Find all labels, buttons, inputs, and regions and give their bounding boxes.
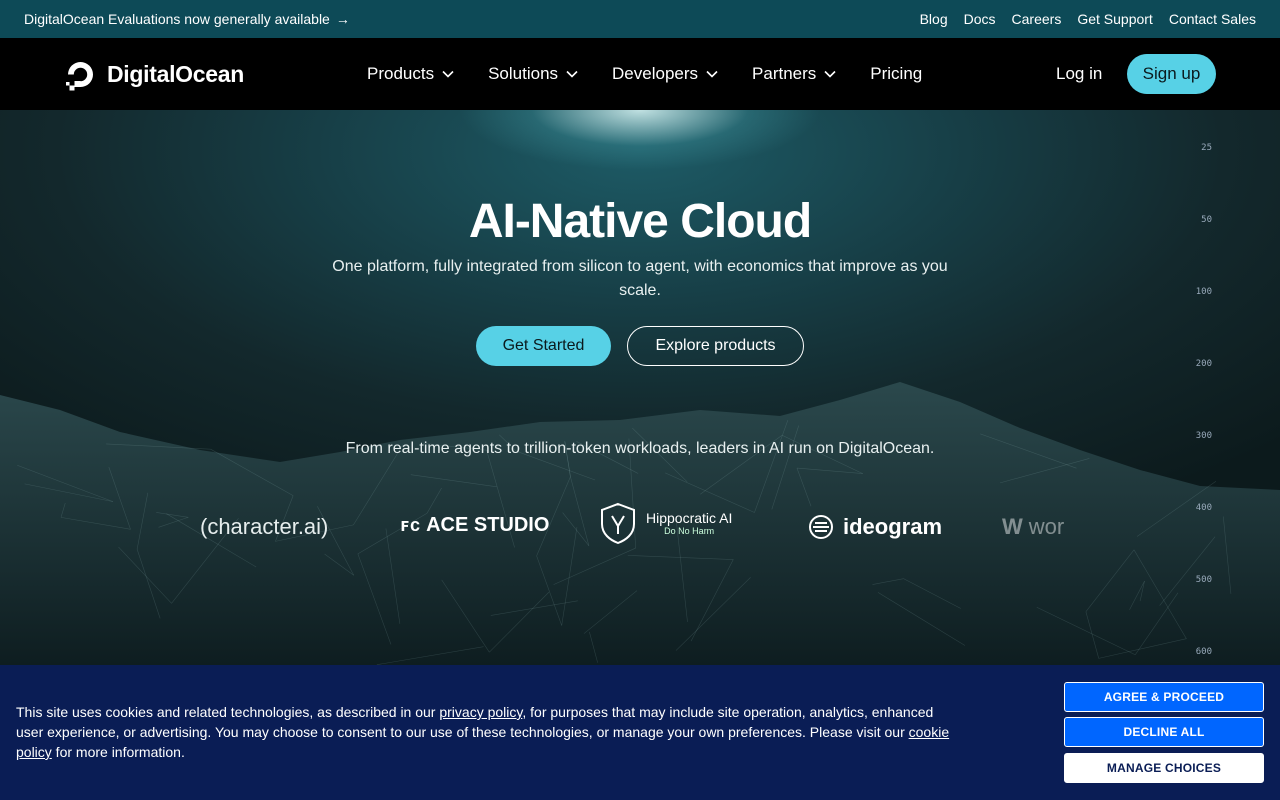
nav-item-developers[interactable]: Developers [612, 64, 718, 84]
announcement-bar: DigitalOcean Evaluations now generally a… [0, 0, 1280, 38]
scale-label: 200 [1195, 359, 1212, 369]
scale-label: 50 [1201, 215, 1212, 225]
announcement-link[interactable]: DigitalOcean Evaluations now generally a… [24, 11, 350, 27]
brand-label: wor [1028, 514, 1065, 539]
utility-link-docs[interactable]: Docs [964, 11, 996, 27]
cookie-text-part: for more information. [51, 744, 185, 760]
nav-item-solutions[interactable]: Solutions [488, 64, 578, 84]
nav-item-products[interactable]: Products [367, 64, 454, 84]
hero-title: AI-Native Cloud [468, 195, 812, 248]
w-icon: W [1002, 514, 1023, 539]
logo-link[interactable]: DigitalOcean [64, 58, 244, 91]
utility-link-get-support[interactable]: Get Support [1077, 11, 1153, 27]
cookie-text-part: This site uses cookies and related techn… [16, 704, 440, 720]
chevron-down-icon [706, 70, 718, 78]
agree-proceed-button[interactable]: AGREE & PROCEED [1064, 682, 1264, 712]
utility-link-careers[interactable]: Careers [1012, 11, 1062, 27]
hippocratic-ai-logo: Hippocratic AI Do No Harm [600, 502, 732, 544]
hero-section: AI-Native Cloud One platform, fully inte… [0, 110, 1280, 665]
brand-sublabel: Do No Harm [664, 526, 715, 536]
character-ai-logo: (character.ai) [200, 514, 328, 540]
scale-label: 600 [1195, 647, 1212, 657]
main-navigation: DigitalOcean Products Solutions Develope… [0, 38, 1280, 110]
scale-label: 500 [1195, 575, 1212, 585]
signup-button[interactable]: Sign up [1127, 54, 1216, 94]
brand-label: (character.ai) [200, 514, 329, 539]
arrow-right-icon: → [335, 11, 350, 27]
announcement-text: DigitalOcean Evaluations now generally a… [24, 11, 330, 27]
chevron-down-icon [442, 70, 454, 78]
get-started-button[interactable]: Get Started [476, 326, 611, 366]
hero-tagline: From real-time agents to trillion-token … [345, 440, 935, 457]
nav-item-label: Developers [612, 64, 699, 83]
scale-label: 100 [1195, 287, 1212, 297]
ideogram-logo: ideogram [807, 513, 942, 541]
brand-label: ACE STUDIO [426, 514, 550, 536]
brand-label: Hippocratic AI [646, 510, 733, 526]
utility-links: Blog Docs Careers Get Support Contact Sa… [920, 11, 1256, 27]
nav-item-partners[interactable]: Partners [752, 64, 836, 84]
brand-label: ideogram [843, 514, 943, 539]
cookie-notice-text: This site uses cookies and related techn… [16, 702, 956, 762]
utility-link-blog[interactable]: Blog [920, 11, 948, 27]
manage-choices-button[interactable]: MANAGE CHOICES [1064, 753, 1264, 783]
scale-label: 400 [1195, 503, 1212, 513]
scale-label: 300 [1195, 431, 1212, 441]
decline-all-button[interactable]: DECLINE ALL [1064, 717, 1264, 747]
digitalocean-logo-icon [66, 62, 93, 91]
ace-studio-logo: ꜰc ACE STUDIO [400, 514, 549, 537]
brand-name: DigitalOcean [107, 61, 244, 87]
nav-item-label: Products [367, 64, 435, 83]
hero-subtitle: One platform, fully integrated from sili… [332, 258, 948, 299]
nav-menu: Products Solutions Developers Partners P… [367, 38, 922, 110]
nav-item-label: Pricing [870, 64, 923, 83]
customer-logos: (character.ai) ꜰc ACE STUDIO Hippocratic… [200, 502, 1100, 552]
nav-item-pricing[interactable]: Pricing [870, 64, 922, 84]
nav-item-label: Solutions [488, 64, 559, 83]
nav-item-label: Partners [752, 64, 817, 83]
login-link[interactable]: Log in [1056, 64, 1102, 84]
chevron-down-icon [824, 70, 836, 78]
ideogram-icon [809, 515, 833, 539]
utility-link-contact-sales[interactable]: Contact Sales [1169, 11, 1256, 27]
shield-icon [601, 502, 635, 544]
privacy-policy-link[interactable]: privacy policy [439, 704, 522, 720]
explore-products-button[interactable]: Explore products [627, 326, 804, 366]
ace-studio-icon: ꜰc [400, 515, 421, 535]
scale-label: 25 [1201, 143, 1212, 153]
cookie-banner: This site uses cookies and related techn… [0, 665, 1280, 800]
chevron-down-icon [566, 70, 578, 78]
wor-logo: W wor [1002, 514, 1064, 540]
